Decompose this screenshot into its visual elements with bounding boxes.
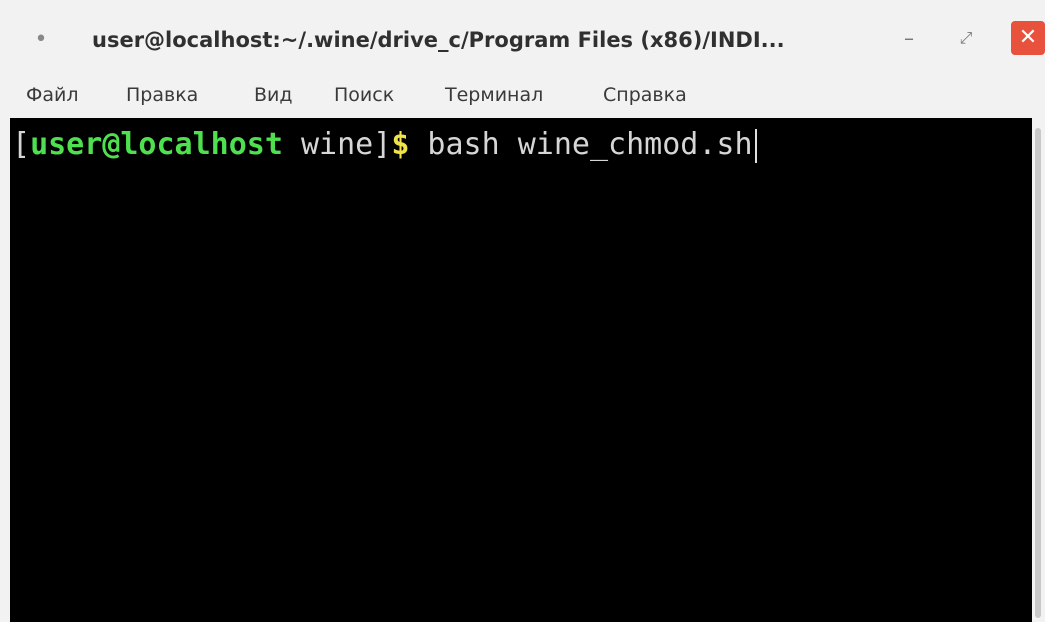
menu-bar: Файл Правка Вид Поиск Терминал Справка: [0, 72, 1045, 118]
text-cursor: [754, 128, 757, 163]
window-title: user@localhost:~/.wine/drive_c/Program F…: [92, 28, 785, 52]
scrollbar[interactable]: [1032, 118, 1045, 622]
menu-help[interactable]: Справка: [603, 78, 687, 112]
prompt-userhost: user@localhost: [30, 127, 283, 162]
terminal-window: • user@localhost:~/.wine/drive_c/Program…: [0, 0, 1045, 622]
menu-terminal[interactable]: Терминал: [445, 78, 543, 112]
prompt-bracket-open: [: [12, 127, 31, 162]
scrollbar-thumb[interactable]: [1035, 128, 1041, 618]
terminal-output[interactable]: [user@localhost wine]$ bash wine_chmod.s…: [10, 118, 1032, 622]
prompt-symbol: $: [391, 127, 410, 162]
title-bar[interactable]: • user@localhost:~/.wine/drive_c/Program…: [0, 0, 1045, 72]
window-menu-icon[interactable]: •: [33, 22, 49, 58]
maximize-button[interactable]: ⤢: [950, 22, 982, 54]
prompt-bracket-close: ]: [373, 127, 392, 162]
menu-file[interactable]: Файл: [26, 78, 79, 112]
minimize-button[interactable]: –: [893, 22, 925, 54]
close-button[interactable]: ✕: [1011, 21, 1045, 55]
menu-search[interactable]: Поиск: [334, 78, 394, 112]
command-text: bash wine_chmod.sh: [409, 127, 753, 162]
prompt-directory: wine: [282, 127, 374, 162]
command-line: [user@localhost wine]$ bash wine_chmod.s…: [12, 122, 757, 168]
menu-view[interactable]: Вид: [254, 78, 293, 112]
menu-edit[interactable]: Правка: [126, 78, 198, 112]
